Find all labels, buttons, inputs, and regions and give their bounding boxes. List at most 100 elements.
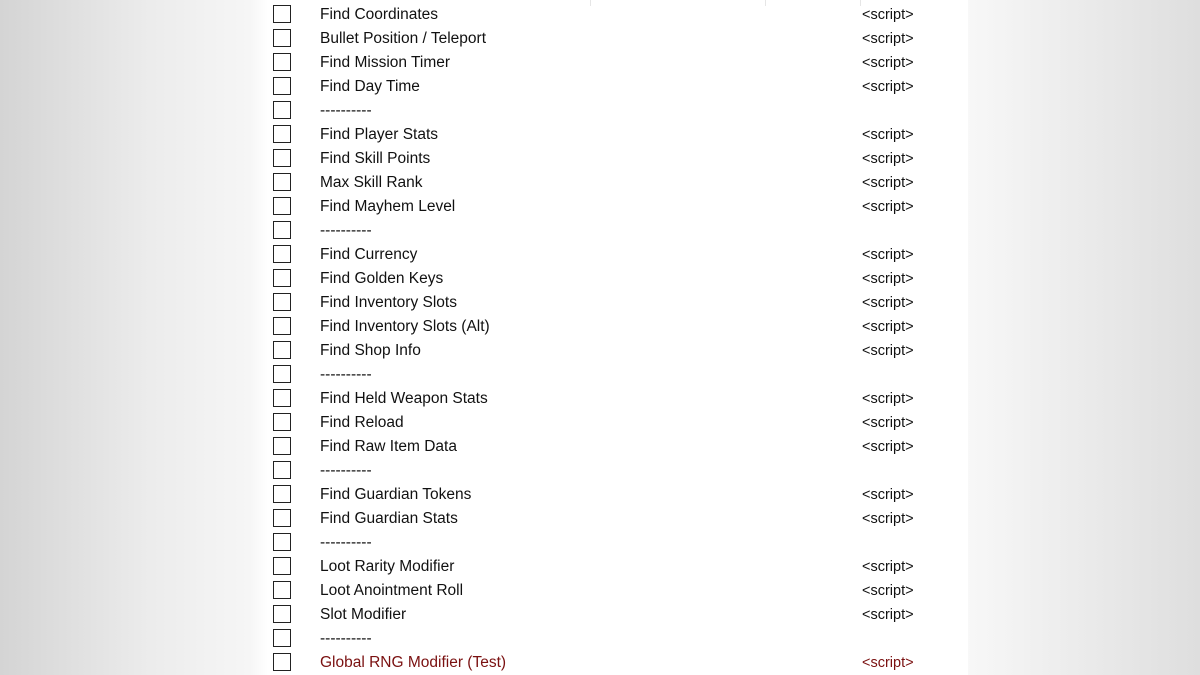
active-checkbox[interactable] [273,437,291,455]
row-value: <script> [862,7,914,23]
row-value: <script> [862,439,914,455]
active-checkbox[interactable] [273,77,291,95]
row-value: <script> [862,583,914,599]
row-description: ---------- [320,102,372,119]
row-description: Find Inventory Slots [320,294,457,311]
table-row[interactable]: Find Player Stats <script> [268,123,968,147]
active-checkbox[interactable] [273,5,291,23]
table-row[interactable]: ---------- [268,99,968,123]
row-value: <script> [862,295,914,311]
active-checkbox[interactable] [273,533,291,551]
active-checkbox[interactable] [273,365,291,383]
active-checkbox[interactable] [273,101,291,119]
table-row[interactable]: Find Mission Timer <script> [268,51,968,75]
row-description: Find Held Weapon Stats [320,390,488,407]
row-value: <script> [862,127,914,143]
active-checkbox[interactable] [273,221,291,239]
row-value: <script> [862,247,914,263]
row-description: Max Skill Rank [320,174,423,191]
active-checkbox[interactable] [273,485,291,503]
row-value: <script> [862,559,914,575]
row-value: <script> [862,319,914,335]
row-description: Loot Anointment Roll [320,582,464,599]
table-row[interactable]: Loot Anointment Roll <script> [268,579,968,603]
table-row[interactable]: ---------- [268,627,968,651]
row-value: <script> [862,655,914,671]
row-value: <script> [862,415,914,431]
active-checkbox[interactable] [273,653,291,671]
table-row[interactable]: ---------- [268,219,968,243]
table-row[interactable]: Find Mayhem Level <script> [268,195,968,219]
active-checkbox[interactable] [273,173,291,191]
table-row[interactable]: Loot Rarity Modifier <script> [268,555,968,579]
row-description: Find Mission Timer [320,54,451,71]
table-row[interactable]: ---------- [268,363,968,387]
row-value: <script> [862,55,914,71]
active-checkbox[interactable] [273,461,291,479]
row-value: <script> [862,607,914,623]
active-checkbox[interactable] [273,29,291,47]
row-value: <script> [862,391,914,407]
row-description: Loot Rarity Modifier [320,558,455,575]
table-row[interactable]: Find Inventory Slots <script> [268,291,968,315]
row-description: Global RNG Modifier (Test) [320,654,507,671]
active-checkbox[interactable] [273,317,291,335]
active-checkbox[interactable] [273,581,291,599]
row-description: Find Skill Points [320,150,431,167]
active-checkbox[interactable] [273,509,291,527]
row-value: <script> [862,199,914,215]
table-row[interactable]: Find Reload <script> [268,411,968,435]
active-checkbox[interactable] [273,53,291,71]
table-row[interactable]: Find Currency <script> [268,243,968,267]
row-description: Find Coordinates [320,6,439,23]
table-row[interactable]: ---------- [268,459,968,483]
table-row[interactable]: Find Guardian Tokens <script> [268,483,968,507]
active-checkbox[interactable] [273,413,291,431]
row-description: Find Guardian Tokens [320,486,472,503]
table-row[interactable]: Find Skill Points <script> [268,147,968,171]
row-description: Find Reload [320,414,404,431]
active-checkbox[interactable] [273,605,291,623]
table-row[interactable]: Global RNG Modifier (Test) <script> [268,651,968,675]
active-checkbox[interactable] [273,149,291,167]
row-description: Find Guardian Stats [320,510,458,527]
table-row[interactable]: Find Inventory Slots (Alt) <script> [268,315,968,339]
row-description: Find Shop Info [320,342,421,359]
active-checkbox[interactable] [273,125,291,143]
row-value: <script> [862,79,914,95]
row-value: <script> [862,175,914,191]
row-description: Find Golden Keys [320,270,444,287]
table-row[interactable]: Find Held Weapon Stats <script> [268,387,968,411]
row-description: Find Raw Item Data [320,438,457,455]
row-value: <script> [862,151,914,167]
table-row[interactable]: Find Coordinates <script> [268,3,968,27]
table-row[interactable]: Slot Modifier <script> [268,603,968,627]
row-description: ---------- [320,534,372,551]
cheat-table-list: Find Coordinates <script> Bullet Position … [268,0,968,675]
table-row[interactable]: Max Skill Rank <script> [268,171,968,195]
table-row[interactable]: Find Golden Keys <script> [268,267,968,291]
row-description: Bullet Position / Teleport [320,30,487,47]
row-description: ---------- [320,630,372,647]
table-row[interactable]: Find Raw Item Data <script> [268,435,968,459]
active-checkbox[interactable] [273,389,291,407]
table-row[interactable]: ---------- [268,531,968,555]
active-checkbox[interactable] [273,557,291,575]
row-value: <script> [862,343,914,359]
active-checkbox[interactable] [273,245,291,263]
row-description: Find Currency [320,246,418,263]
table-row[interactable]: Find Day Time <script> [268,75,968,99]
active-checkbox[interactable] [273,629,291,647]
table-row[interactable]: Bullet Position / Teleport <script> [268,27,968,51]
active-checkbox[interactable] [273,197,291,215]
active-checkbox[interactable] [273,293,291,311]
row-description: Find Player Stats [320,126,439,143]
row-description: Slot Modifier [320,606,407,623]
row-description: Find Mayhem Level [320,198,456,215]
active-checkbox[interactable] [273,341,291,359]
row-value: <script> [862,31,914,47]
table-row[interactable]: Find Shop Info <script> [268,339,968,363]
row-description: ---------- [320,222,372,239]
active-checkbox[interactable] [273,269,291,287]
table-row[interactable]: Find Guardian Stats <script> [268,507,968,531]
